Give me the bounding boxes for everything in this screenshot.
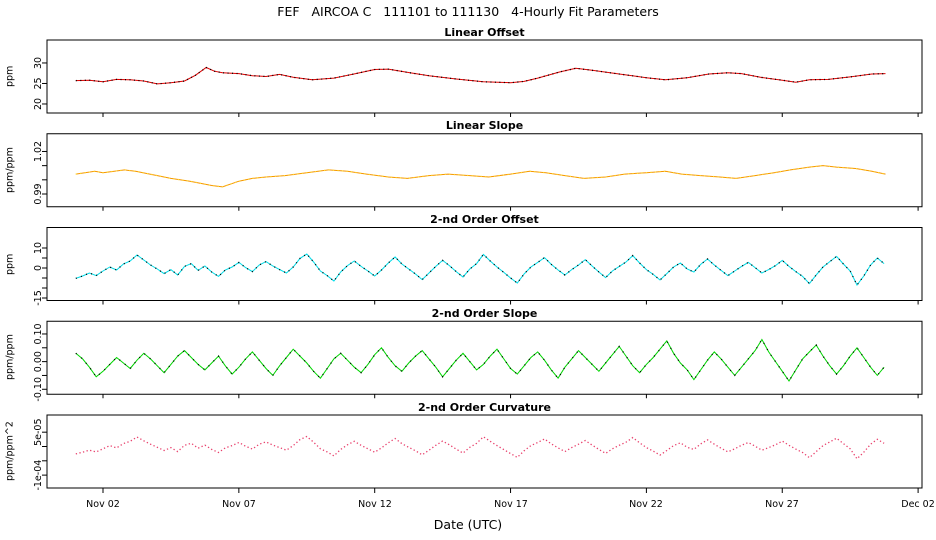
y-tick-label: 5e-05 bbox=[33, 418, 44, 445]
y-tick-label: 0 bbox=[33, 265, 44, 271]
y-tick-label: 30 bbox=[33, 57, 44, 69]
y-tick-label: 0.00 bbox=[33, 351, 44, 372]
panel-box-2nd-order-offset bbox=[46, 227, 923, 301]
series-2nd-order-slope bbox=[75, 338, 885, 382]
series-2nd-order-offset bbox=[75, 253, 885, 286]
y-tick-label: 10 bbox=[33, 242, 44, 254]
y-tick-label: 0.10 bbox=[33, 323, 44, 344]
panel-box-2nd-order-slope bbox=[46, 320, 923, 395]
y-tick-label: 1.02 bbox=[33, 141, 44, 162]
series-2nd-order-curvature bbox=[75, 435, 885, 460]
y-tick-label: -15 bbox=[33, 290, 44, 306]
series-linear-offset bbox=[75, 66, 886, 85]
y-tick-label: -1e-04 bbox=[33, 460, 44, 491]
plot-canvas: 20 25 30 0.99 1.02 -15 0 10 -0.10 0.00 0.10 -1e-04 5… bbox=[33, 39, 923, 493]
series-linear-slope bbox=[75, 165, 886, 188]
y-tick-label: 20 bbox=[33, 98, 44, 110]
series-points-2nd-order-slope bbox=[75, 338, 885, 383]
panel-box-linear-offset bbox=[46, 39, 923, 114]
y-tick-label: 25 bbox=[33, 77, 44, 89]
figure-root: FEF AIRCOA C 111101 to 111130 4-Hourly F… bbox=[0, 0, 936, 540]
panel-box-2nd-order-curvature bbox=[46, 414, 923, 489]
y-tick-label: 0.99 bbox=[33, 183, 44, 204]
y-tick-label: -0.10 bbox=[33, 377, 44, 402]
